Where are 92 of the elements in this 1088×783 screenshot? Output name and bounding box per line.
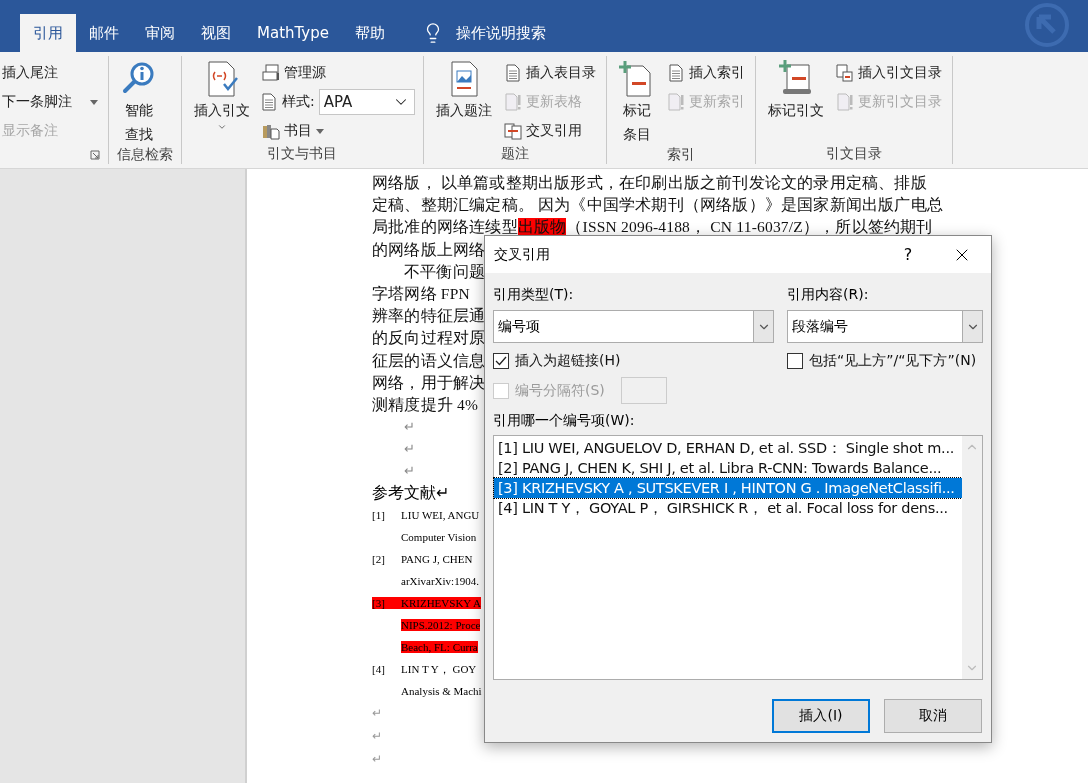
document-line: 的反向过程对原 [372,328,486,349]
document-icon [503,64,522,82]
ribbon-tab[interactable]: MathType [244,14,342,52]
field-label: 引用哪一个编号项(W): [493,411,636,430]
list-item[interactable]: [1] LIU WEI, ANGUELOV D, ERHAN D, et al. SSD： Single shot m... [494,438,962,458]
ribbon-button: 更新引文目录 [833,89,944,115]
sources-icon [262,64,280,82]
ribbon-button[interactable]: 管理源 [260,60,415,86]
paragraph-mark: ↵ [404,418,415,437]
checkbox[interactable]: 插入为超链接(H) [493,352,774,370]
ribbon-tab[interactable]: 邮件 [76,14,132,52]
ribbon-large-button[interactable]: 智能 查找 [117,56,161,146]
list-item[interactable]: [4] LIN T Y， GOYAL P， GIRSHICK R， et al. Focal loss for dens... [494,498,962,518]
list-item[interactable]: [2] PANG J, CHEN K, SHI J, et al. Libra R-CNN: Towards Balance... [494,458,962,478]
ribbon-large-button[interactable]: 插入引文 [190,56,254,144]
group-label: 题注 [500,145,529,163]
paragraph-mark: ↵ [404,440,415,459]
ribbon-tab[interactable]: 视图 [188,14,244,52]
ribbon-button[interactable]: 下一条脚注 [0,89,100,115]
document-line: 的网络版上网络 [372,239,486,260]
reference-text: LIU WEI, ANGU [401,509,480,522]
page-warning-icon [503,93,522,111]
ribbon-large-button[interactable]: 标记 条目 [614,56,659,146]
dialog-title: 交叉引用 [494,245,551,264]
style-label: 样式: [282,93,315,111]
document-icon [260,93,278,111]
document-line: 测精度提升 4% [372,394,479,415]
ribbon-button: 更新表格 [501,89,598,115]
paragraph-mark: ↵ [372,751,382,769]
document-line: 网络，用于解决 [372,372,486,393]
dialog-button[interactable]: 插入(I) [772,699,870,733]
reference-type-dropdown[interactable]: 编号项 [493,310,774,343]
reference-text: arXivarXiv:1904. [401,575,479,588]
ribbon-large-button[interactable]: 插入题注 [431,56,496,144]
style-dropdown[interactable]: APA [318,89,415,115]
tell-me-search[interactable]: 操作说明搜索 [456,23,546,43]
document-line: 不平衡问题 [403,261,485,282]
paragraph-mark: ↵ [404,462,415,481]
dialog-launcher-icon [90,150,100,160]
list-item[interactable]: [3] KRIZHEVSKY A , SUTSKEVER I , HINTON G . ImageNetClassifi... [494,478,962,498]
field-label: 引用类型(T): [493,285,575,304]
document-line: 征层的语义信息 [372,350,486,371]
references-heading: 参考文献↵ [372,483,449,504]
group-label: 索引 [666,146,695,164]
document-icon [666,64,685,82]
ribbon-large-button[interactable]: 标记引文 [763,56,828,144]
reference-text: KRIZHEVSKY A [401,597,481,610]
group-label: 信息检索 [117,146,173,164]
group-label: 引文与书目 [267,145,338,163]
group-label: 引文目录 [825,145,882,163]
paragraph-mark: ↵ [372,705,382,723]
ribbon-button: 更新索引 [664,89,747,115]
reference-text: Analysis & Machi [401,685,482,698]
page-warning-icon [666,93,685,111]
cross-reference-icon [503,122,522,140]
caret-icon [90,99,98,105]
ribbon-button[interactable]: 书目 [260,118,415,144]
ribbon-button[interactable]: 插入引文目录 [833,60,944,86]
dialog-button[interactable]: 取消 [884,699,982,733]
ribbon-button[interactable]: 插入尾注 [0,60,100,86]
reference-text: Beach, FL: Curra [401,641,478,654]
ribbon-button[interactable]: 插入索引 [664,60,747,86]
reference-text: NIPS.2012: Proce [401,619,481,632]
reference-content-dropdown[interactable]: 段落编号 [787,310,983,343]
reference-number: [1] [372,509,386,522]
reference-text: LIN T Y， GOY [401,661,477,677]
document-line: 定稿、整期汇编定稿。 因为《中国学术期刊（网络版）》是国家新闻出版广电总 [372,195,944,216]
field-label: 引用内容(R): [787,285,870,304]
document-line: 字塔网络 FPN [372,283,470,304]
caret-icon [316,128,324,134]
reference-number: [3] [372,597,401,610]
document-line: 网络版， 以单篇或整期出版形式，在印刷出版之前刊发论文的录用定稿、排版 [372,173,927,193]
reference-number: [4] [372,663,386,676]
ribbon-tab[interactable]: 帮助 [342,14,398,52]
reference-text: Computer Vision [401,531,477,544]
paragraph-mark: ↵ [372,728,382,746]
caret-icon [217,122,227,132]
reference-text: PANG J, CHEN [401,553,473,566]
ribbon-button: 显示备注 [0,118,100,144]
reference-number: [2] [372,553,386,566]
separator-input [620,377,667,404]
ribbon-tab[interactable]: 引用 [20,14,76,52]
table-of-authorities-icon [835,64,854,82]
document-line: 辨率的特征层通 [372,306,486,327]
checkmark-icon [495,355,507,367]
page-warning-icon [835,93,854,111]
checkbox[interactable]: 包括“见上方”/“见下方”(N) [787,352,983,370]
ribbon-button[interactable]: 交叉引用 [501,118,598,144]
ribbon-button[interactable]: 插入表目录 [501,60,598,86]
bibliography-icon [262,122,280,140]
help-button[interactable]: ? [883,245,933,264]
ribbon-tab[interactable]: 审阅 [132,14,188,52]
